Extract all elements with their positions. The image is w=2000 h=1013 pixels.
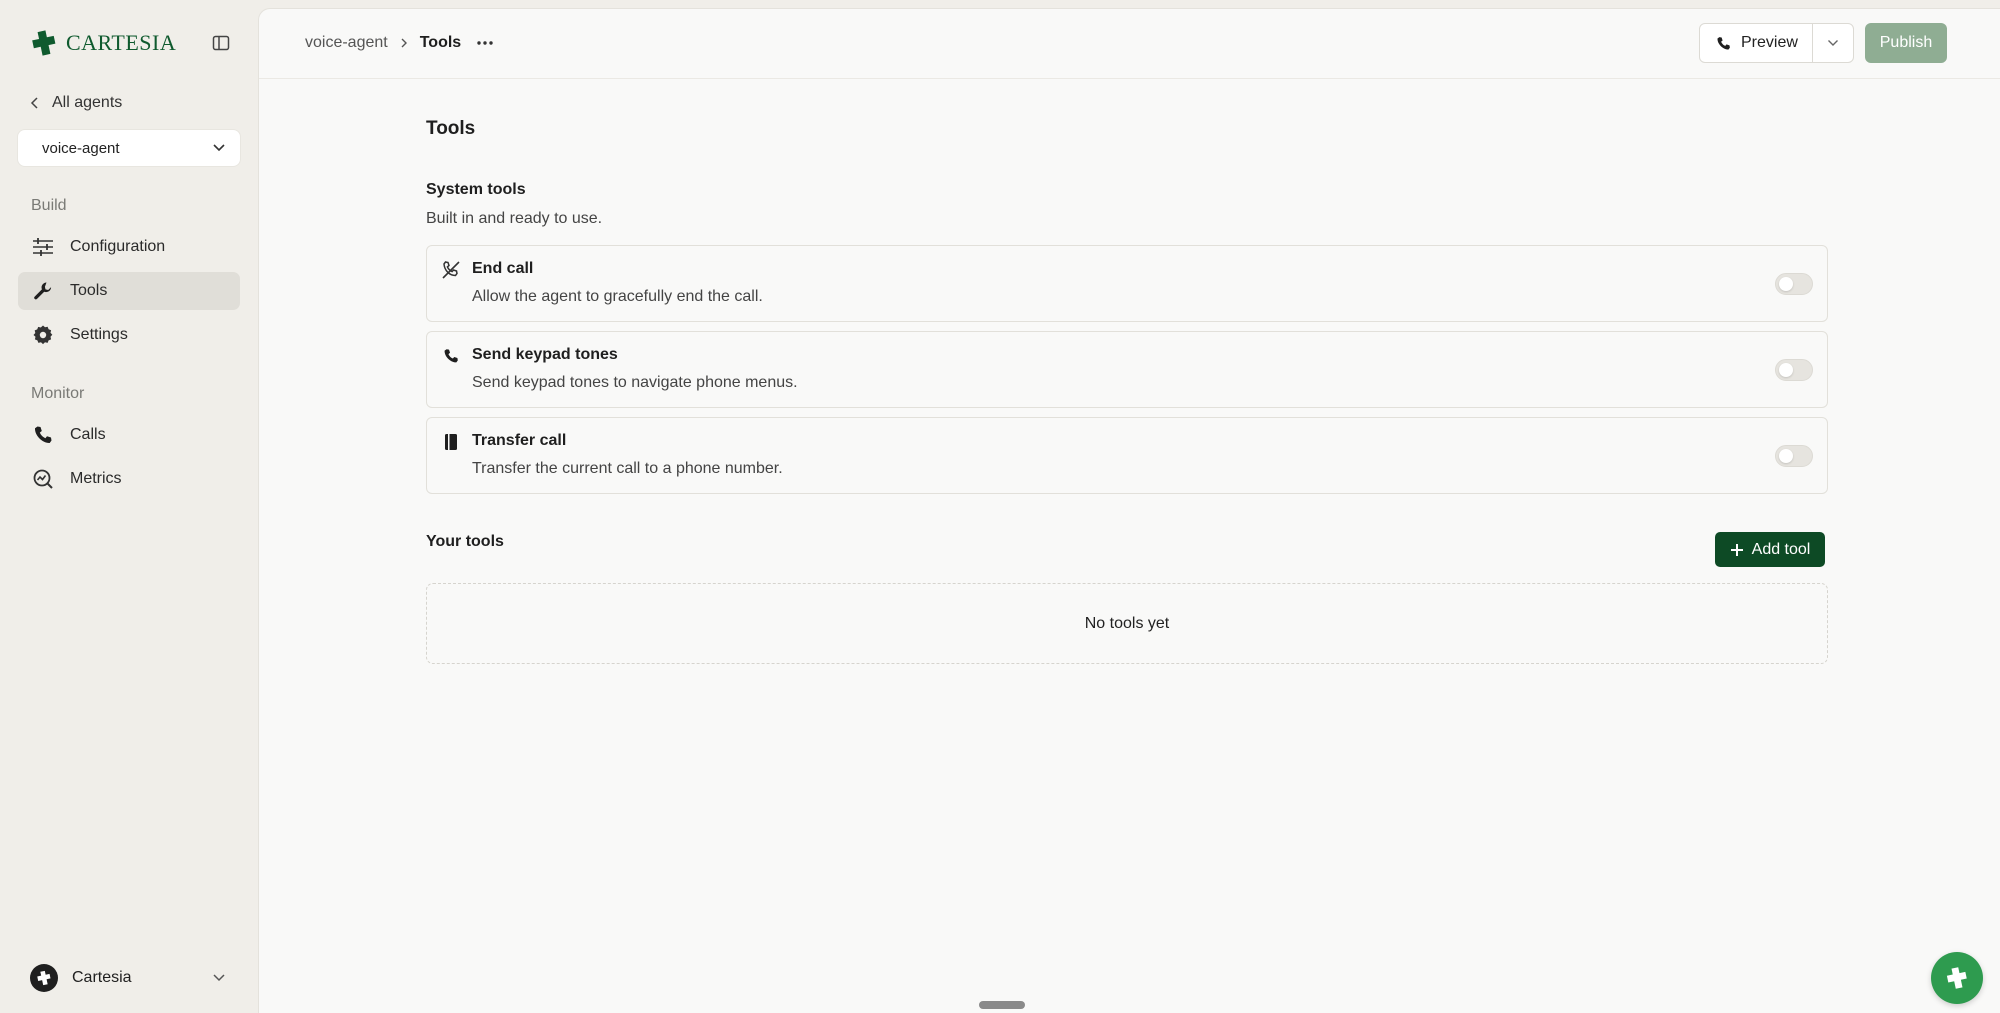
tool-description: Send keypad tones to navigate phone menu… [472, 374, 798, 391]
tool-card-end-call: End call Allow the agent to gracefully e… [426, 245, 1828, 322]
toggle-knob [1779, 363, 1793, 377]
tool-card-send-keypad-tones: Send keypad tones Send keypad tones to n… [426, 331, 1828, 408]
more-horizontal-icon [477, 41, 493, 45]
account-switcher[interactable]: Cartesia [30, 963, 226, 993]
sidebar-item-settings[interactable]: Settings [18, 316, 240, 354]
sidebar-item-label: Calls [70, 426, 106, 443]
phone-icon [441, 346, 461, 366]
brand[interactable]: CARTESIA [30, 28, 176, 58]
agent-selector[interactable]: voice-agent [18, 130, 240, 166]
account-name: Cartesia [72, 969, 132, 986]
more-options-button[interactable] [473, 33, 497, 53]
toggle-knob [1779, 449, 1793, 463]
send-keypad-tones-toggle[interactable] [1775, 359, 1813, 381]
your-tools-title: Your tools [426, 533, 504, 550]
brand-name: CARTESIA [66, 30, 177, 55]
build-section-label: Build [31, 197, 67, 214]
toggle-knob [1779, 277, 1793, 291]
breadcrumb-agent-link[interactable]: voice-agent [305, 34, 388, 52]
add-tool-label: Add tool [1751, 540, 1811, 558]
sidebar-toggle-icon [212, 35, 230, 51]
main-panel: voice-agent Tools Preview Publish Tools … [258, 8, 2000, 1013]
preview-options-button[interactable] [1813, 24, 1853, 62]
sidebar-item-calls[interactable]: Calls [18, 416, 240, 454]
avatar [30, 964, 58, 992]
system-tools-title: System tools [426, 181, 526, 198]
agent-selector-value: voice-agent [42, 139, 120, 157]
chevron-down-icon [1827, 40, 1838, 46]
tool-description: Transfer the current call to a phone num… [472, 460, 783, 477]
cartesia-logo-icon [32, 30, 56, 56]
breadcrumb: voice-agent Tools [305, 33, 497, 53]
chevron-right-icon [401, 38, 407, 48]
assistant-fab-button[interactable] [1931, 952, 1983, 1004]
system-tools-subtitle: Built in and ready to use. [426, 210, 603, 227]
tool-name: Transfer call [472, 432, 567, 449]
chevron-left-icon [30, 97, 38, 109]
end-call-icon [441, 260, 461, 280]
phone-icon [1717, 36, 1730, 50]
sidebar-item-configuration[interactable]: Configuration [18, 228, 240, 266]
sidebar-item-tools[interactable]: Tools [18, 272, 240, 310]
sidebar-item-label: Settings [70, 326, 128, 343]
tool-name: Send keypad tones [472, 346, 618, 363]
preview-button-group: Preview [1699, 23, 1854, 63]
breadcrumb-current: Tools [419, 34, 462, 51]
tool-card-transfer-call: Transfer call Transfer the current call … [426, 417, 1828, 494]
empty-tools-state: No tools yet [426, 583, 1828, 664]
all-agents-link[interactable]: All agents [30, 92, 122, 114]
add-tool-button[interactable]: Add tool [1715, 532, 1825, 567]
sidebar: CARTESIA All agents voice-agent Build Co… [0, 0, 258, 1013]
monitor-section-label: Monitor [31, 385, 85, 402]
phone-icon [32, 424, 54, 446]
collapse-sidebar-button[interactable] [210, 32, 232, 54]
contact-book-icon [441, 432, 461, 452]
sidebar-item-metrics[interactable]: Metrics [18, 460, 240, 498]
plus-icon [1730, 543, 1743, 556]
metrics-icon [32, 468, 54, 490]
cartesia-logo-icon [1946, 967, 1967, 989]
tool-description: Allow the agent to gracefully end the ca… [472, 288, 763, 305]
page-title: Tools [426, 118, 476, 139]
transfer-call-toggle[interactable] [1775, 445, 1813, 467]
chevron-down-icon [213, 974, 225, 982]
top-bar: voice-agent Tools Preview Publish [259, 9, 2000, 79]
preview-label: Preview [1741, 34, 1798, 51]
wrench-icon [32, 280, 54, 302]
chevron-down-icon [213, 144, 225, 152]
sidebar-item-label: Tools [70, 282, 108, 299]
publish-button[interactable]: Publish [1865, 23, 1947, 63]
sliders-icon [32, 236, 54, 258]
empty-tools-label: No tools yet [1084, 614, 1170, 632]
tool-name: End call [472, 260, 534, 277]
gear-icon [32, 324, 54, 346]
all-agents-label: All agents [52, 94, 123, 111]
preview-button[interactable]: Preview [1700, 24, 1813, 62]
end-call-toggle[interactable] [1775, 273, 1813, 295]
sidebar-item-label: Metrics [70, 470, 122, 487]
resize-handle[interactable] [979, 1001, 1025, 1009]
sidebar-item-label: Configuration [70, 238, 166, 255]
cartesia-logo-icon [37, 970, 51, 986]
